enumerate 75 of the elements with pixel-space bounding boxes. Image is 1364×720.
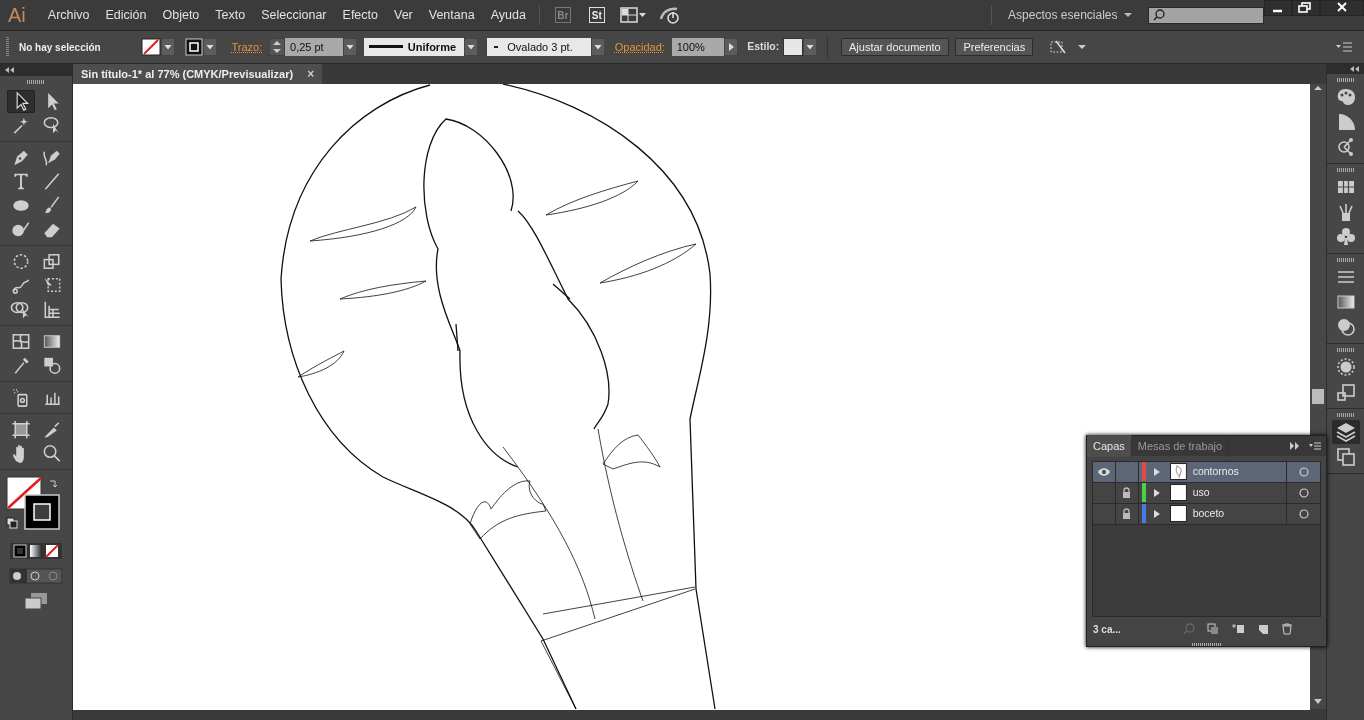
document-tab[interactable]: Sin título-1* al 77% (CMYK/Previsualizar) (81, 65, 294, 83)
toolbar-button[interactable]: Preferencias (955, 38, 1034, 56)
menu-item[interactable]: Ayuda (482, 5, 534, 25)
caret-icon[interactable] (343, 38, 357, 56)
brush-tip-icon (494, 46, 499, 49)
minimize-button[interactable] (1264, 0, 1292, 16)
layer-thumbnail (1169, 505, 1187, 523)
stroke-weight-field[interactable]: 0,25 pt (285, 38, 343, 56)
caret-icon[interactable] (591, 38, 606, 56)
spinner-icon[interactable] (269, 38, 285, 56)
panel-tab[interactable]: Mesas de trabajo (1131, 434, 1230, 458)
opacity-field[interactable]: 100% (671, 38, 724, 56)
lock-icon (1122, 508, 1132, 520)
stock-button[interactable]: St (588, 7, 605, 23)
layer-thumbnail (1169, 463, 1187, 481)
layer-count: 3 ca... (1093, 622, 1122, 637)
brush-field[interactable]: Ovalado 3 pt. (487, 38, 592, 56)
panel-tab[interactable]: Capas (1087, 434, 1132, 458)
selection-status: No hay selección (18, 40, 102, 55)
new-layer-icon[interactable] (1257, 623, 1269, 636)
layer-thumbnail (1169, 484, 1187, 502)
panel-menu-icon[interactable] (1334, 41, 1353, 53)
expand-arrow-icon[interactable] (1152, 487, 1161, 498)
menu-item[interactable]: Objeto (154, 5, 208, 25)
layer-name[interactable]: boceto (1186, 506, 1287, 522)
menu-item[interactable]: Efecto (334, 5, 386, 25)
layout-grid-icon[interactable] (619, 6, 648, 24)
search-icon (1151, 8, 1166, 22)
layer-row[interactable]: boceto (1093, 503, 1320, 525)
stroke-profile-field[interactable]: Uniforme (363, 38, 464, 56)
stroke-line-icon (368, 45, 403, 49)
screen-mode-icon[interactable] (23, 592, 49, 610)
expand-arrow-icon[interactable] (1152, 466, 1161, 477)
expand-icon[interactable] (1288, 441, 1301, 451)
collapse-icon[interactable] (0, 64, 73, 76)
layer-name[interactable]: uso (1186, 485, 1287, 501)
target-icon[interactable] (1298, 487, 1309, 498)
restore-button[interactable] (1292, 0, 1320, 16)
fill-swatch-icon[interactable] (141, 38, 161, 56)
close-button[interactable] (1320, 0, 1364, 16)
workspace-switcher[interactable]: Aspectos esenciales (1008, 6, 1118, 24)
menu-item[interactable]: Ver (386, 5, 421, 25)
style-label: Estilo: (747, 39, 780, 55)
menu-item[interactable]: Archivo (39, 5, 98, 25)
target-icon[interactable] (1298, 508, 1309, 519)
layers-icon[interactable] (1331, 420, 1360, 444)
search-field[interactable] (1148, 6, 1264, 24)
menu-item[interactable]: Ventana (420, 5, 483, 25)
toolbar-button[interactable]: Ajustar documento (841, 38, 949, 56)
draw-mode-icon[interactable] (9, 568, 63, 584)
lock-icon (1122, 487, 1132, 499)
color-mode-icon[interactable] (9, 542, 63, 560)
collapse-icon[interactable] (1327, 64, 1364, 74)
layer-row[interactable]: uso (1093, 482, 1320, 504)
close-tab-button[interactable]: × (307, 65, 315, 83)
caret-icon[interactable] (1123, 11, 1133, 19)
clipping-mask-icon[interactable] (1207, 623, 1219, 636)
caret-icon[interactable] (161, 38, 175, 56)
layer-row[interactable]: contornos (1093, 461, 1320, 483)
layer-name[interactable]: contornos (1186, 464, 1287, 480)
menu-item[interactable]: Seleccionar (253, 5, 335, 25)
caret-icon[interactable] (1077, 43, 1087, 51)
menu-item[interactable]: Edición (97, 5, 155, 25)
eye-icon (1096, 466, 1111, 477)
menu-item[interactable]: Texto (207, 5, 254, 25)
style-swatch-icon[interactable] (783, 38, 804, 56)
opacity-label[interactable]: Opacidad: (614, 38, 665, 56)
expand-arrow-icon[interactable] (1152, 508, 1161, 519)
new-sublayer-icon[interactable] (1231, 623, 1245, 636)
stroke-swatch-icon[interactable] (184, 38, 203, 56)
caret-icon[interactable] (803, 38, 818, 56)
app-logo: Ai (7, 3, 27, 28)
trash-icon[interactable] (1281, 623, 1293, 636)
target-icon[interactable] (1298, 466, 1309, 477)
stroke-label[interactable]: Trazo: (231, 38, 263, 56)
